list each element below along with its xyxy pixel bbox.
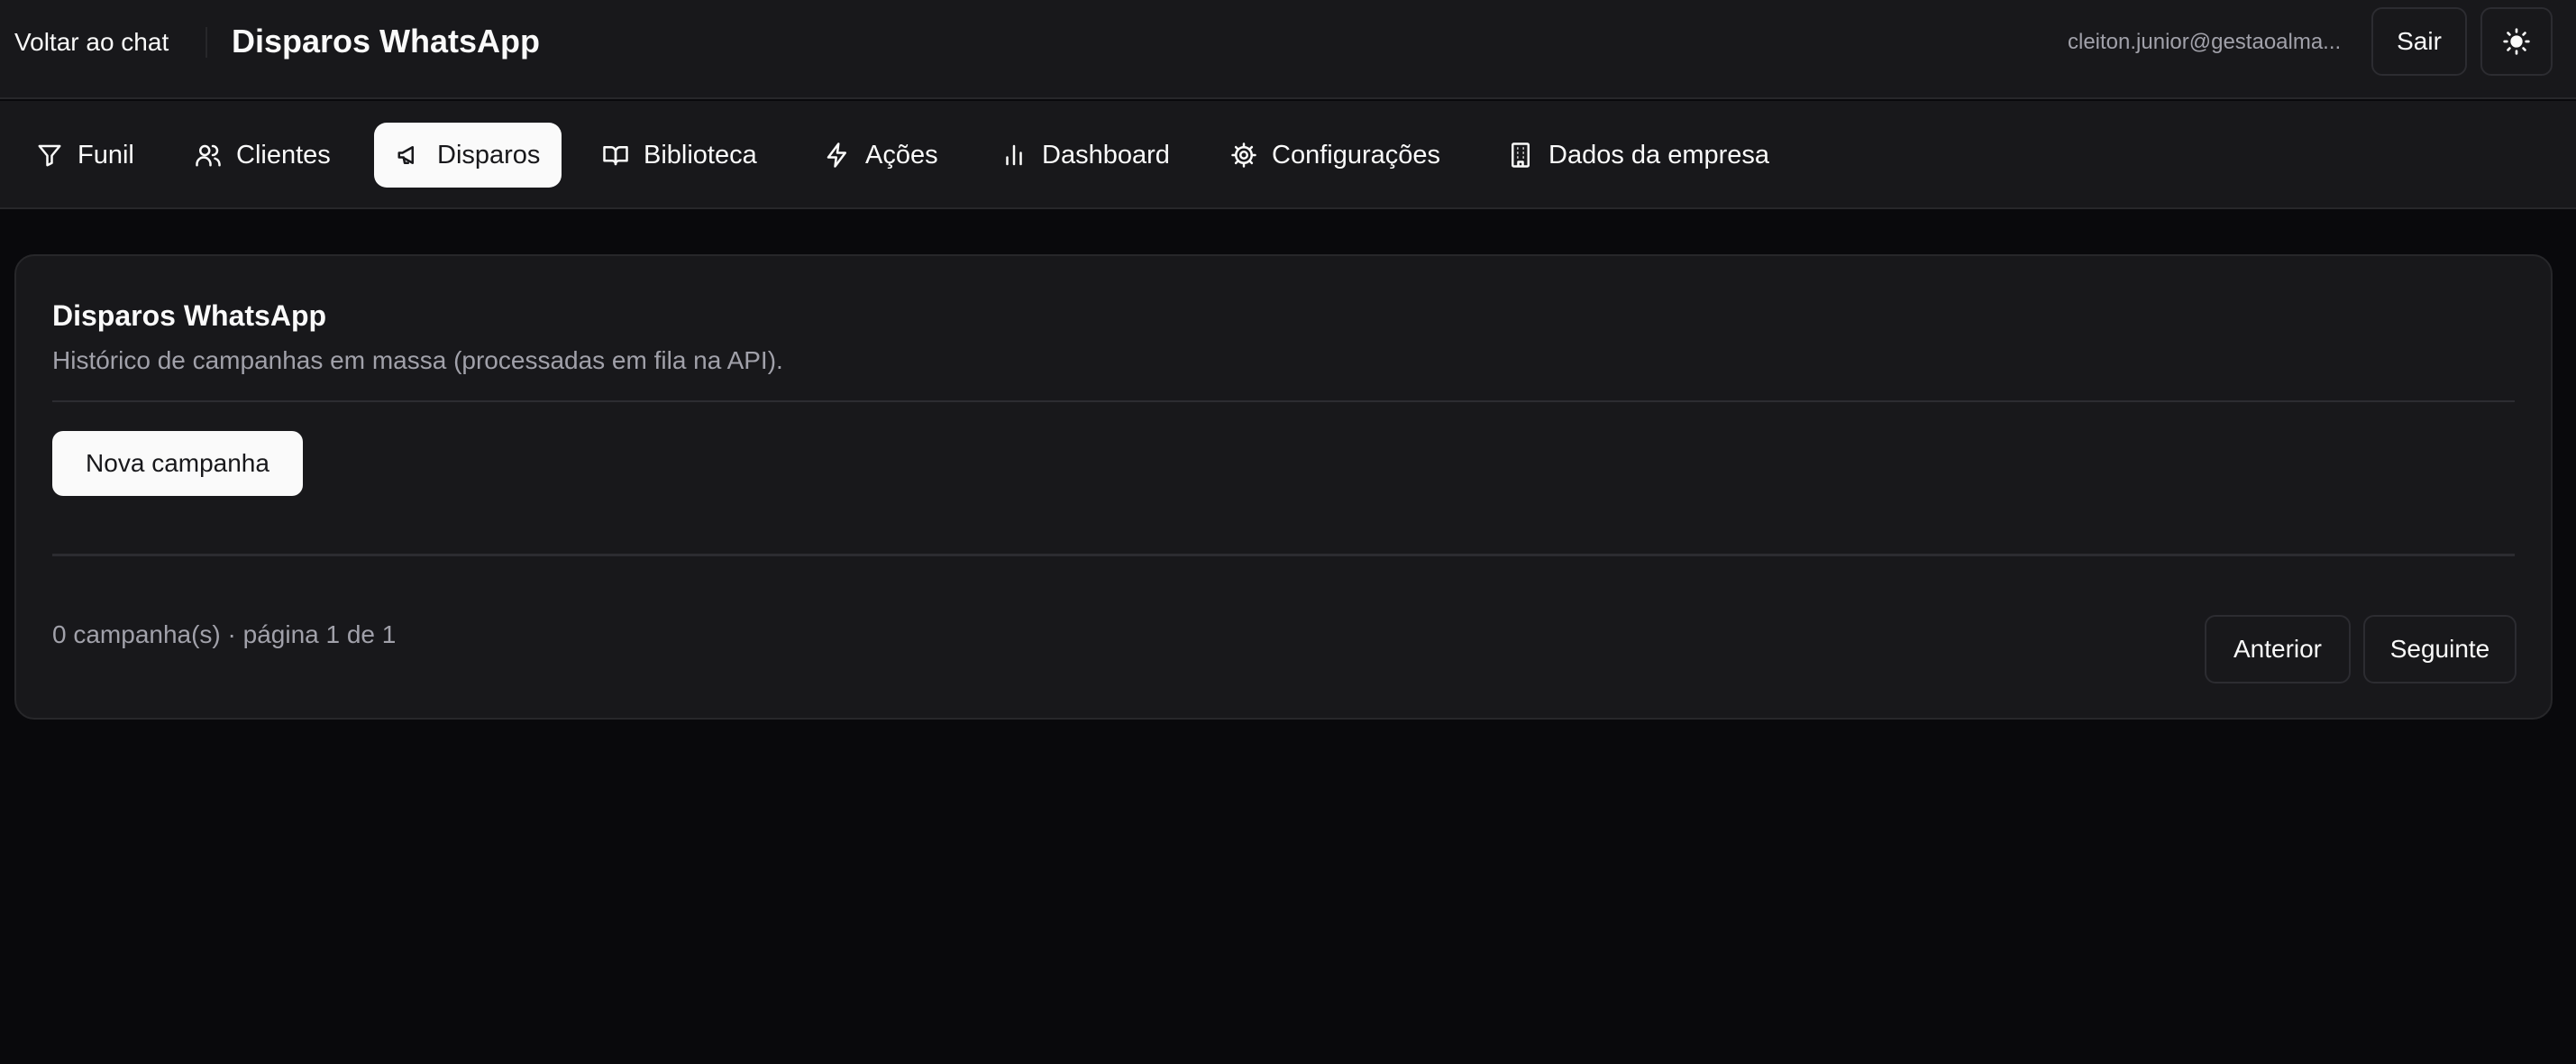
tab-label: Biblioteca [644, 140, 757, 170]
filter-icon [36, 142, 63, 169]
megaphone-icon [396, 142, 423, 169]
previous-page-button[interactable]: Anterior [2205, 615, 2351, 683]
user-email: cleiton.junior@gestaoalma... [2068, 30, 2342, 54]
bar-chart-icon [1000, 142, 1028, 169]
card-title: Disparos WhatsApp [52, 299, 327, 332]
book-icon [602, 142, 629, 169]
tab-configuracoes[interactable]: Configurações [1209, 123, 1462, 188]
card-description: Histórico de campanhas em massa (process… [52, 346, 783, 374]
logout-button[interactable]: Sair [2371, 7, 2467, 76]
tab-label: Dados da empresa [1548, 140, 1770, 170]
tab-disparos[interactable]: Disparos [374, 123, 562, 188]
tab-acoes[interactable]: Ações [802, 123, 960, 188]
divider [52, 554, 2515, 556]
users-icon [195, 142, 222, 169]
tab-label: Configurações [1272, 140, 1440, 170]
tab-label: Funil [78, 140, 134, 170]
theme-toggle-button[interactable] [2480, 7, 2553, 76]
new-campaign-button[interactable]: Nova campanha [52, 431, 303, 496]
next-page-button[interactable]: Seguinte [2363, 615, 2517, 683]
campaigns-card: Disparos WhatsApp Histórico de campanhas… [14, 254, 2553, 720]
tab-clientes[interactable]: Clientes [173, 123, 352, 188]
tab-biblioteca[interactable]: Biblioteca [580, 123, 779, 188]
tab-label: Clientes [236, 140, 331, 170]
back-to-chat-link[interactable]: Voltar ao chat [14, 24, 169, 60]
tab-label: Dashboard [1042, 140, 1170, 170]
top-bar: Voltar ao chat Disparos WhatsApp cleiton… [0, 0, 2576, 99]
header-divider [206, 27, 207, 58]
tab-dashboard[interactable]: Dashboard [979, 123, 1192, 188]
tab-label: Ações [865, 140, 938, 170]
zap-icon [824, 142, 851, 169]
pagination-summary: 0 campanha(s) · página 1 de 1 [52, 620, 397, 648]
tab-dados-da-empresa[interactable]: Dados da empresa [1485, 123, 1791, 188]
divider [52, 400, 2515, 402]
building-icon [1507, 142, 1534, 169]
tab-funil[interactable]: Funil [14, 123, 156, 188]
page-title: Disparos WhatsApp [232, 23, 541, 60]
sun-icon [2502, 27, 2531, 56]
tab-label: Disparos [437, 140, 541, 170]
main-nav: Funil Clientes Disparos Biblioteca Ações… [0, 101, 2576, 209]
gear-icon [1230, 142, 1257, 169]
